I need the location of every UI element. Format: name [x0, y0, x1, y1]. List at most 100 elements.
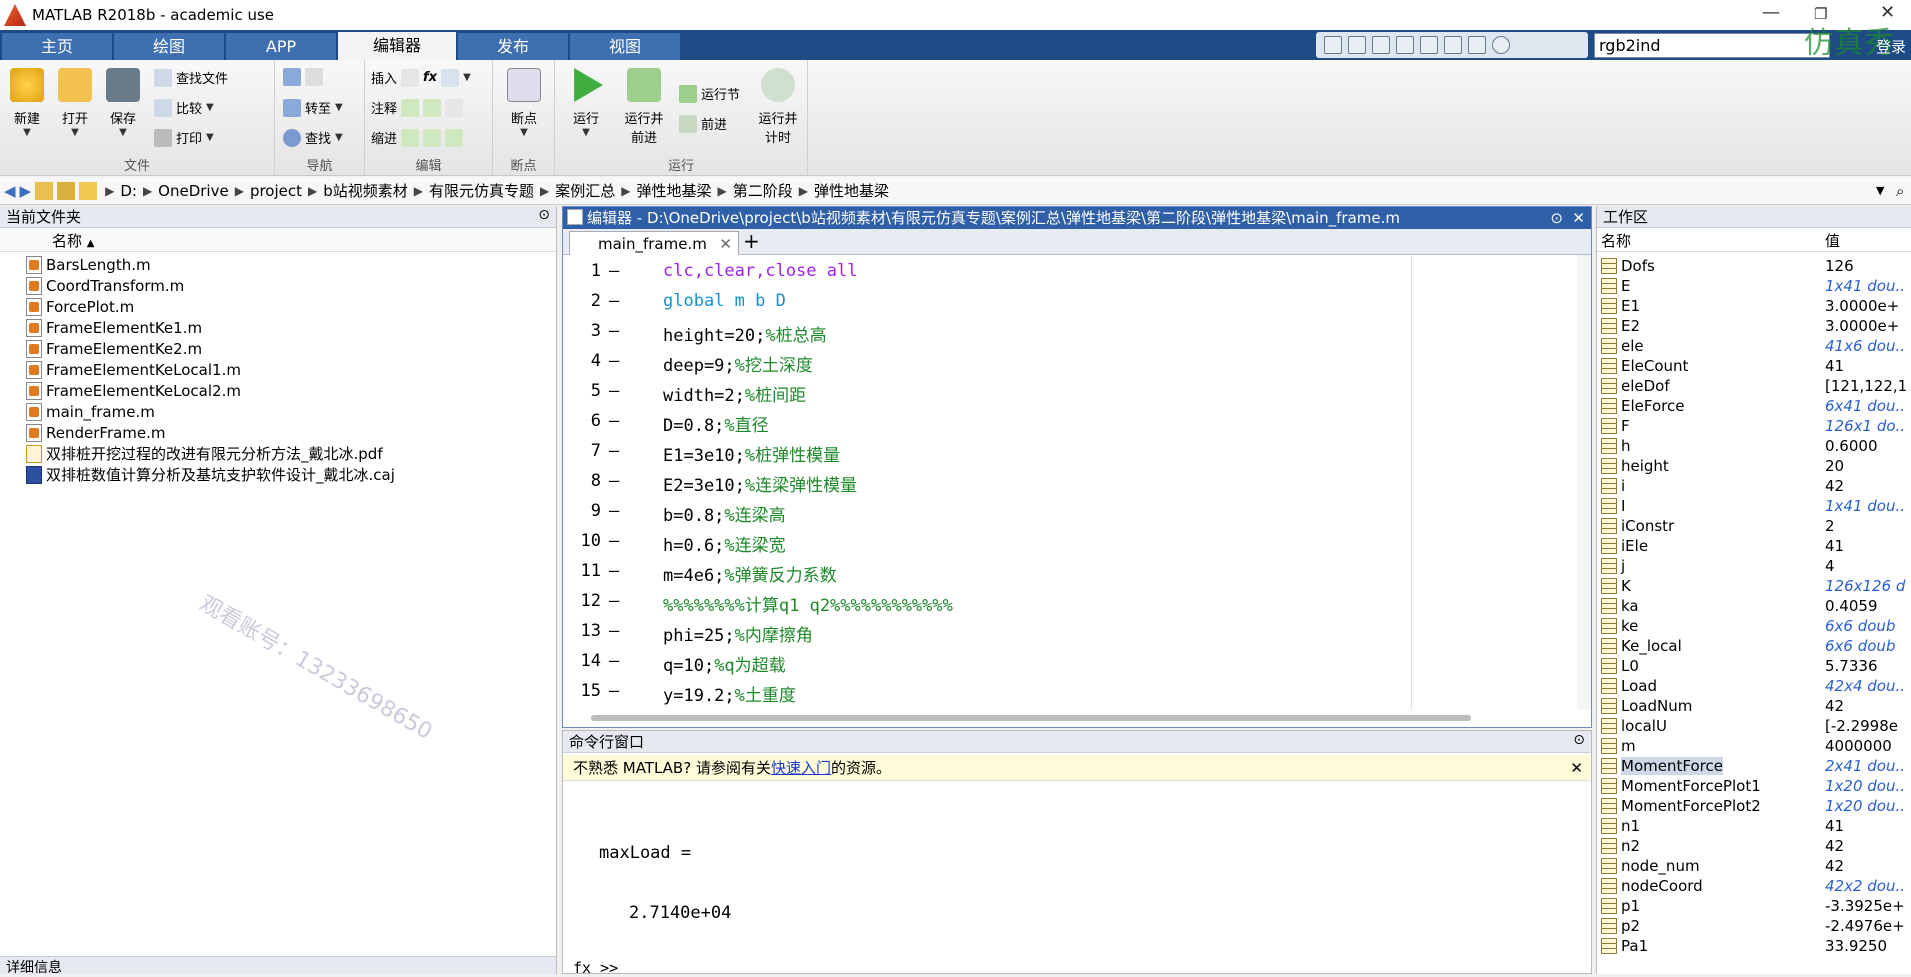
file-item[interactable]: FrameElementKe2.m	[26, 338, 202, 359]
code-line[interactable]: E1=3e10;%桩弹性模量	[663, 441, 840, 466]
workspace-variable-row[interactable]: K 126x126 d	[1597, 576, 1911, 596]
command-prompt[interactable]: fx >>	[573, 959, 618, 977]
workspace-variable-row[interactable]: p1 -3.3925e+	[1597, 896, 1911, 916]
file-item[interactable]: FrameElementKeLocal1.m	[26, 359, 241, 380]
code-line[interactable]: clc,clear,close all	[663, 261, 857, 281]
workspace-variable-row[interactable]: node_num 42	[1597, 856, 1911, 876]
column-name[interactable]: 名称	[1601, 230, 1631, 252]
breadcrumb-item[interactable]: 案例汇总	[555, 180, 615, 201]
file-item[interactable]: CoordTransform.m	[26, 275, 184, 296]
close-editor-icon[interactable]: ✕	[1572, 207, 1585, 229]
panel-actions-icon[interactable]: ⊙	[538, 207, 550, 223]
horizontal-scrollbar[interactable]	[591, 715, 1471, 721]
code-line[interactable]: global m b D	[663, 291, 786, 311]
up-folder-icon[interactable]	[35, 181, 54, 200]
panel-actions-icon[interactable]: ⊙	[1573, 732, 1585, 748]
compare-button[interactable]: 比较 ▼	[154, 98, 214, 117]
undo-icon[interactable]	[1420, 36, 1438, 54]
workspace-variable-row[interactable]: i 42	[1597, 476, 1911, 496]
new-tab-icon[interactable]: +	[743, 229, 760, 253]
workspace-variable-row[interactable]: L0 5.7336	[1597, 656, 1911, 676]
vertical-scrollbar[interactable]	[1577, 255, 1591, 709]
fx-icon[interactable]: fx	[423, 70, 437, 85]
run-section-button[interactable]: 运行节	[679, 84, 740, 103]
workspace-variable-row[interactable]: ele 41x6 dou..	[1597, 336, 1911, 356]
breakpoint-marker[interactable]: —	[609, 591, 619, 611]
copy-icon[interactable]	[1372, 36, 1390, 54]
workspace-variable-row[interactable]: LoadNum 42	[1597, 696, 1911, 716]
details-pane-header[interactable]: 详细信息	[0, 956, 556, 976]
workspace-variable-row[interactable]: n2 42	[1597, 836, 1911, 856]
cut-icon[interactable]	[1348, 36, 1366, 54]
tab-view[interactable]: 视图	[570, 33, 680, 60]
code-line[interactable]: y=19.2;%土重度	[663, 681, 796, 706]
tab-plots[interactable]: 绘图	[114, 33, 224, 60]
code-line[interactable]: m=4e6;%弹簧反力系数	[663, 561, 837, 586]
close-tab-icon[interactable]: ✕	[719, 232, 732, 256]
workspace-variable-row[interactable]: localU [-2.2998e	[1597, 716, 1911, 736]
workspace-variable-row[interactable]: EleCount 41	[1597, 356, 1911, 376]
workspace-variable-row[interactable]: h 0.6000	[1597, 436, 1911, 456]
code-line[interactable]: E2=3e10;%连梁弹性模量	[663, 471, 857, 496]
quick-start-link[interactable]: 快速入门	[771, 759, 831, 777]
breakpoint-marker[interactable]: —	[609, 441, 619, 461]
editor-tab-main-frame[interactable]: main_frame.m ✕	[569, 231, 739, 255]
help-icon[interactable]	[1492, 36, 1510, 54]
breakpoint-marker[interactable]: —	[609, 261, 619, 281]
code-line[interactable]: phi=25;%内摩擦角	[663, 621, 813, 646]
advance-button[interactable]: 前进	[679, 114, 727, 133]
breadcrumb-item[interactable]: OneDrive	[158, 182, 229, 200]
breakpoint-marker[interactable]: —	[609, 351, 619, 371]
login-link[interactable]: 登录	[1876, 36, 1906, 57]
insert-button[interactable]: 插入 fx ▼	[371, 68, 471, 87]
tab-editor[interactable]: 编辑器	[338, 32, 456, 60]
run-button[interactable]: 运行 ▼	[559, 68, 613, 138]
file-item[interactable]: FrameElementKeLocal2.m	[26, 380, 241, 401]
back-icon[interactable]: ◀	[4, 182, 16, 200]
workspace-variable-row[interactable]: iConstr 2	[1597, 516, 1911, 536]
tab-home[interactable]: 主页	[2, 33, 112, 60]
workspace-variable-row[interactable]: Dofs 126	[1597, 256, 1911, 276]
redo-icon[interactable]	[1444, 36, 1462, 54]
workspace-variable-row[interactable]: m 4000000	[1597, 736, 1911, 756]
search-icon[interactable]: ⌕	[1896, 182, 1904, 200]
breakpoints-button[interactable]: 断点 ▼	[497, 68, 551, 138]
code-line[interactable]: b=0.8;%连梁高	[663, 501, 786, 526]
breakpoint-marker[interactable]: —	[609, 471, 619, 491]
file-item[interactable]: RenderFrame.m	[26, 422, 166, 443]
workspace-variable-row[interactable]: iEle 41	[1597, 536, 1911, 556]
run-and-time-button[interactable]: 运行并 计时	[751, 68, 805, 146]
breakpoint-marker[interactable]: —	[609, 651, 619, 671]
run-and-advance-button[interactable]: 运行并 前进	[617, 68, 671, 146]
breakpoint-marker[interactable]: —	[609, 291, 619, 311]
workspace-variable-row[interactable]: Ke_local 6x6 doub	[1597, 636, 1911, 656]
find-files-button[interactable]: 查找文件	[154, 68, 228, 87]
code-line[interactable]: height=20;%桩总高	[663, 321, 827, 346]
workspace-variable-row[interactable]: ka 0.4059	[1597, 596, 1911, 616]
browse-folder-icon[interactable]	[57, 181, 76, 200]
workspace-variable-row[interactable]: MomentForce 2x41 dou..	[1597, 756, 1911, 776]
breadcrumb-drive[interactable]: D:	[120, 182, 137, 200]
back-forward-buttons[interactable]	[283, 68, 323, 86]
code-line[interactable]: q=10;%q为超载	[663, 651, 786, 676]
file-item[interactable]: ForcePlot.m	[26, 296, 134, 317]
workspace-variable-row[interactable]: p2 -2.4976e+	[1597, 916, 1911, 936]
print-button[interactable]: 打印 ▼	[154, 128, 214, 147]
file-item[interactable]: FrameElementKe1.m	[26, 317, 202, 338]
workspace-variable-row[interactable]: ke 6x6 doub	[1597, 616, 1911, 636]
breadcrumb-item[interactable]: b站视频素材	[323, 180, 408, 201]
workspace-variable-row[interactable]: F 126x1 do..	[1597, 416, 1911, 436]
code-line[interactable]: %%%%%%%%计算q1 q2%%%%%%%%%%%%	[663, 591, 953, 616]
breadcrumb-item[interactable]: 第二阶段	[733, 180, 793, 201]
workspace-variable-row[interactable]: E1 3.0000e+	[1597, 296, 1911, 316]
code-line[interactable]: deep=9;%挖土深度	[663, 351, 813, 376]
switch-windows-icon[interactable]	[1468, 36, 1486, 54]
breakpoint-marker[interactable]: —	[609, 381, 619, 401]
save-button[interactable]: 保存 ▼	[96, 68, 150, 138]
tab-publish[interactable]: 发布	[458, 33, 568, 60]
save-icon[interactable]	[1324, 36, 1342, 54]
chevron-down-icon[interactable]: ▼	[1876, 184, 1884, 197]
workspace-variable-row[interactable]: MomentForcePlot2 1x20 dou..	[1597, 796, 1911, 816]
paste-icon[interactable]	[1396, 36, 1414, 54]
breakpoint-marker[interactable]: —	[609, 621, 619, 641]
